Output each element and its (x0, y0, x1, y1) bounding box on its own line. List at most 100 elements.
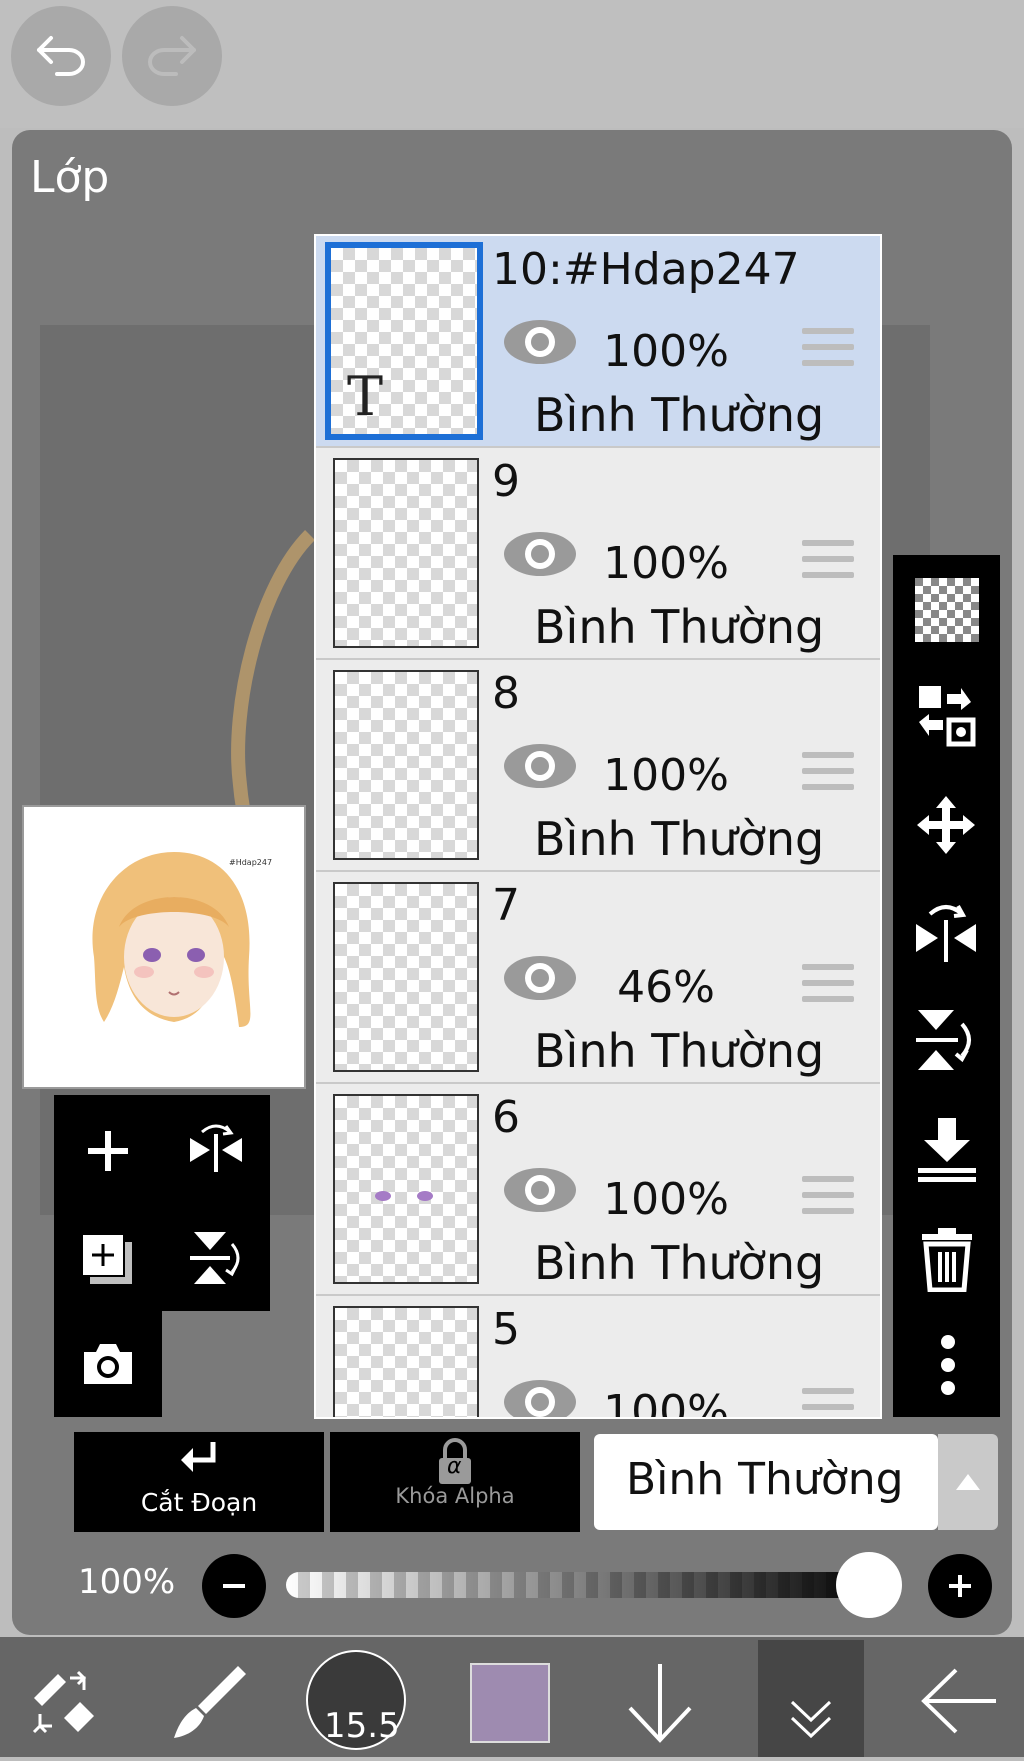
layer-row[interactable]: 8 100% Bình Thường (316, 660, 880, 872)
layer-row[interactable]: 9 100% Bình Thường (316, 448, 880, 660)
visibility-eye-icon[interactable] (502, 1164, 578, 1216)
duplicate-layer-button[interactable] (80, 1232, 136, 1288)
layer-opacity: 100% (603, 1386, 729, 1419)
blend-mode-value: Bình Thường (626, 1454, 904, 1505)
visibility-eye-icon[interactable] (502, 528, 578, 580)
layer-opacity: 100% (603, 1174, 729, 1225)
layer-down-button[interactable] (622, 1660, 698, 1746)
artwork-preview-image: #Hdap247 (92, 852, 272, 1027)
redo-button[interactable] (122, 6, 222, 106)
minus-icon (223, 1584, 245, 1588)
visibility-eye-icon[interactable] (502, 740, 578, 792)
brush-size-button[interactable]: 15.5 (306, 1650, 406, 1750)
brush-icon (174, 1666, 246, 1738)
flip-horizontal-icon (916, 905, 976, 962)
arrow-left-icon (921, 1668, 996, 1734)
undo-icon (37, 36, 85, 76)
clipping-label: Cắt Đoạn (140, 1488, 258, 1517)
layer-opacity: 100% (603, 538, 729, 589)
layer-row[interactable]: T 10:#Hdap247 100% Bình Thường (316, 236, 880, 448)
layer-thumbnail (333, 1306, 479, 1417)
canvas-preview[interactable]: #Hdap247 (22, 805, 306, 1089)
layer-blend-mode: Bình Thường (534, 1024, 825, 1078)
swap-layer-button[interactable] (917, 684, 977, 748)
alpha-lock-label: Khóa Alpha (395, 1484, 515, 1508)
layer-row[interactable]: 6 100% Bình Thường (316, 1084, 880, 1296)
layer-thumbnail (333, 1094, 479, 1284)
layer-blend-mode: Bình Thường (534, 388, 825, 442)
layer-blend-mode: Bình Thường (534, 812, 825, 866)
swap-icon (919, 686, 976, 747)
camera-icon (84, 1344, 132, 1384)
drag-handle-icon[interactable] (802, 540, 854, 588)
layer-thumbnail (333, 670, 479, 860)
opacity-slider-handle[interactable] (836, 1552, 902, 1618)
layer-name: 10:#Hdap247 (492, 244, 800, 295)
copy-layer-icon (81, 1233, 132, 1284)
text-layer-icon: T (347, 365, 384, 428)
collapse-panel-button[interactable] (758, 1640, 864, 1757)
layer-opacity: 100% (603, 750, 729, 801)
flip-layer-horizontal-button[interactable] (914, 898, 978, 964)
double-chevron-down-icon (790, 1700, 832, 1739)
new-transparent-layer-button[interactable] (915, 578, 979, 642)
clipping-button[interactable]: Cắt Đoạn (74, 1432, 324, 1532)
layer-row[interactable]: 7 46% Bình Thường (316, 872, 880, 1084)
opacity-slider-track[interactable] (286, 1572, 886, 1598)
drag-handle-icon[interactable] (802, 1176, 854, 1224)
eyes-sketch (375, 1191, 433, 1201)
move-layer-button[interactable] (915, 794, 977, 856)
layer-list[interactable]: T 10:#Hdap247 100% Bình Thường 9 100% Bì… (314, 234, 882, 1419)
layer-name: 6 (492, 1092, 520, 1143)
merge-down-icon (918, 1118, 976, 1182)
drag-handle-icon[interactable] (802, 752, 854, 800)
add-layer-button[interactable] (82, 1125, 134, 1177)
brush-tool-button[interactable] (170, 1662, 250, 1742)
opacity-decrease-button[interactable] (202, 1554, 266, 1618)
opacity-label: 100% (78, 1562, 176, 1602)
flip-vertical-icon (190, 1232, 240, 1284)
blend-mode-select[interactable]: Bình Thường (594, 1434, 938, 1530)
layer-thumbnail (333, 458, 479, 648)
layer-row[interactable]: 5 100% (316, 1296, 880, 1419)
visibility-eye-icon[interactable] (502, 952, 578, 1004)
visibility-eye-icon[interactable] (502, 1376, 578, 1419)
delete-layer-button[interactable] (920, 1226, 974, 1292)
svg-text:#Hdap247: #Hdap247 (229, 858, 272, 867)
alpha-symbol: α (447, 1454, 462, 1479)
back-button[interactable] (920, 1666, 1000, 1736)
flip-horizontal-icon (190, 1124, 242, 1172)
undo-button[interactable] (11, 6, 111, 106)
layer-blend-mode: Bình Thường (534, 1236, 825, 1290)
flip-horizontal-button[interactable] (186, 1120, 246, 1176)
layer-opacity: 46% (617, 962, 715, 1013)
drag-handle-icon[interactable] (802, 328, 854, 376)
panel-title: Lớp (30, 152, 110, 203)
blend-mode-dropdown-button[interactable] (938, 1434, 998, 1530)
opacity-increase-button[interactable] (928, 1554, 992, 1618)
plus-icon (88, 1131, 128, 1171)
brush-size-value: 15.5 (324, 1706, 400, 1746)
layer-blend-mode: Bình Thường (534, 600, 825, 654)
lock-icon: α (435, 1438, 475, 1486)
more-vertical-icon (941, 1335, 955, 1395)
checkerboard-icon (915, 578, 979, 642)
flip-vertical-button[interactable] (186, 1228, 246, 1288)
layer-thumbnail: T (325, 242, 483, 440)
triangle-up-icon (956, 1474, 980, 1490)
pen-eraser-icon (32, 1670, 94, 1734)
alpha-lock-button[interactable]: α Khóa Alpha (330, 1432, 580, 1532)
plus-icon (949, 1575, 971, 1597)
drag-handle-icon[interactable] (802, 964, 854, 1012)
layer-thumbnail (333, 882, 479, 1072)
drag-handle-icon[interactable] (802, 1388, 854, 1417)
layer-opacity: 100% (603, 326, 729, 377)
import-photo-button[interactable] (80, 1340, 136, 1388)
flip-layer-vertical-button[interactable] (914, 1008, 980, 1072)
color-swatch[interactable] (470, 1663, 550, 1743)
transform-tool-button[interactable] (24, 1664, 100, 1740)
trash-icon (922, 1228, 972, 1292)
more-options-button[interactable] (938, 1334, 958, 1396)
visibility-eye-icon[interactable] (502, 316, 578, 368)
merge-down-button[interactable] (916, 1116, 978, 1182)
